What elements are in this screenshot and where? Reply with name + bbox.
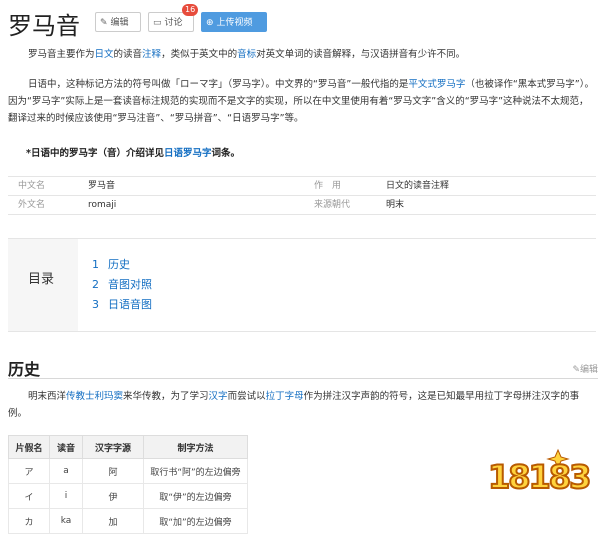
watermark-text: 18183 — [487, 457, 592, 497]
section-edit-link[interactable]: ✎编辑 — [572, 362, 598, 375]
history-paragraph: 明末西洋传教士利玛窦来华传教，为了学习汉字而尝试以拉丁字母作为拼注汉字声韵的符号… — [8, 391, 580, 419]
infobox: 中文名 罗马音 作 用 日文的读音注释 外文名 romaji 来源朝代 明末 — [8, 176, 596, 215]
link-hanzi[interactable]: 汉字 — [209, 391, 228, 402]
upload-label: 上传视频 — [216, 18, 253, 28]
table-row: イ i 伊取“伊”的左边偏旁 — [8, 483, 248, 509]
upload-video-button[interactable]: ⊕ 上传视频 — [201, 12, 267, 32]
kana-table: 片假名 读音 汉字字源 制字方法 ア a 阿取行书“阿”的左边偏旁 イ i 伊取“伊”的… — [8, 435, 248, 534]
section-divider — [8, 378, 598, 379]
pencil-icon: ✎ — [572, 365, 580, 375]
intro-paragraph-2: 日语中，这种标记方法的符号叫做「ローマ字」（罗马字）。中文界的“罗马音”一般代指… — [8, 79, 594, 124]
link-ricci[interactable]: 传教士利玛窦 — [66, 391, 123, 402]
pencil-icon: ✎ — [100, 18, 108, 28]
link-japanese[interactable]: 日文 — [95, 49, 114, 60]
section-heading-history: 历史 — [8, 360, 41, 379]
toc-title: 目录 — [28, 272, 55, 287]
site-watermark-logo: 18183 — [487, 444, 592, 504]
table-row: カ ka 加取“加”的左边偏旁 — [8, 508, 248, 534]
link-japanese-romaji[interactable]: 日语罗马字 — [164, 148, 212, 159]
toc-item-japanese-sound-chart[interactable]: 3 日语音图 — [92, 295, 152, 315]
discuss-count-badge: 16 — [182, 4, 199, 16]
toc-item-sound-chart[interactable]: 2 音图对照 — [92, 275, 152, 295]
link-hepburn[interactable]: 平文式罗马字 — [408, 79, 465, 90]
page-title: 罗马音 — [8, 12, 80, 40]
edit-button[interactable]: ✎ 编辑 — [95, 12, 141, 32]
table-of-contents: 目录 1 历史 2 音图对照 3 日语音图 — [8, 238, 596, 332]
link-phonetic[interactable]: 音标 — [237, 49, 256, 60]
discuss-label: 讨论 — [164, 18, 183, 28]
toc-item-history[interactable]: 1 历史 — [92, 255, 152, 275]
see-also-note: *日语中的罗马字（音）介绍详见日语罗马字词条。 — [26, 148, 240, 159]
table-header-row: 片假名 读音 汉字字源 制字方法 — [8, 435, 248, 459]
infobox-row: 外文名 romaji 来源朝代 明末 — [8, 196, 596, 215]
table-row: ア a 阿取行书“阿”的左边偏旁 — [8, 458, 248, 484]
comment-icon: ▭ — [153, 18, 162, 28]
infobox-row: 中文名 罗马音 作 用 日文的读音注释 — [8, 177, 596, 196]
link-latin-alphabet[interactable]: 拉丁字母 — [266, 391, 304, 402]
toc-list: 1 历史 2 音图对照 3 日语音图 — [92, 255, 152, 315]
edit-label: 编辑 — [110, 18, 129, 28]
toc-sidebar: 目录 — [8, 239, 78, 331]
plus-icon: ⊕ — [206, 18, 214, 28]
link-annotation[interactable]: 注释 — [142, 49, 161, 60]
intro-paragraph-1: 罗马音主要作为日文的读音注释，类似于英文中的音标对英文单词的读音解释，与汉语拼音… — [28, 49, 466, 60]
